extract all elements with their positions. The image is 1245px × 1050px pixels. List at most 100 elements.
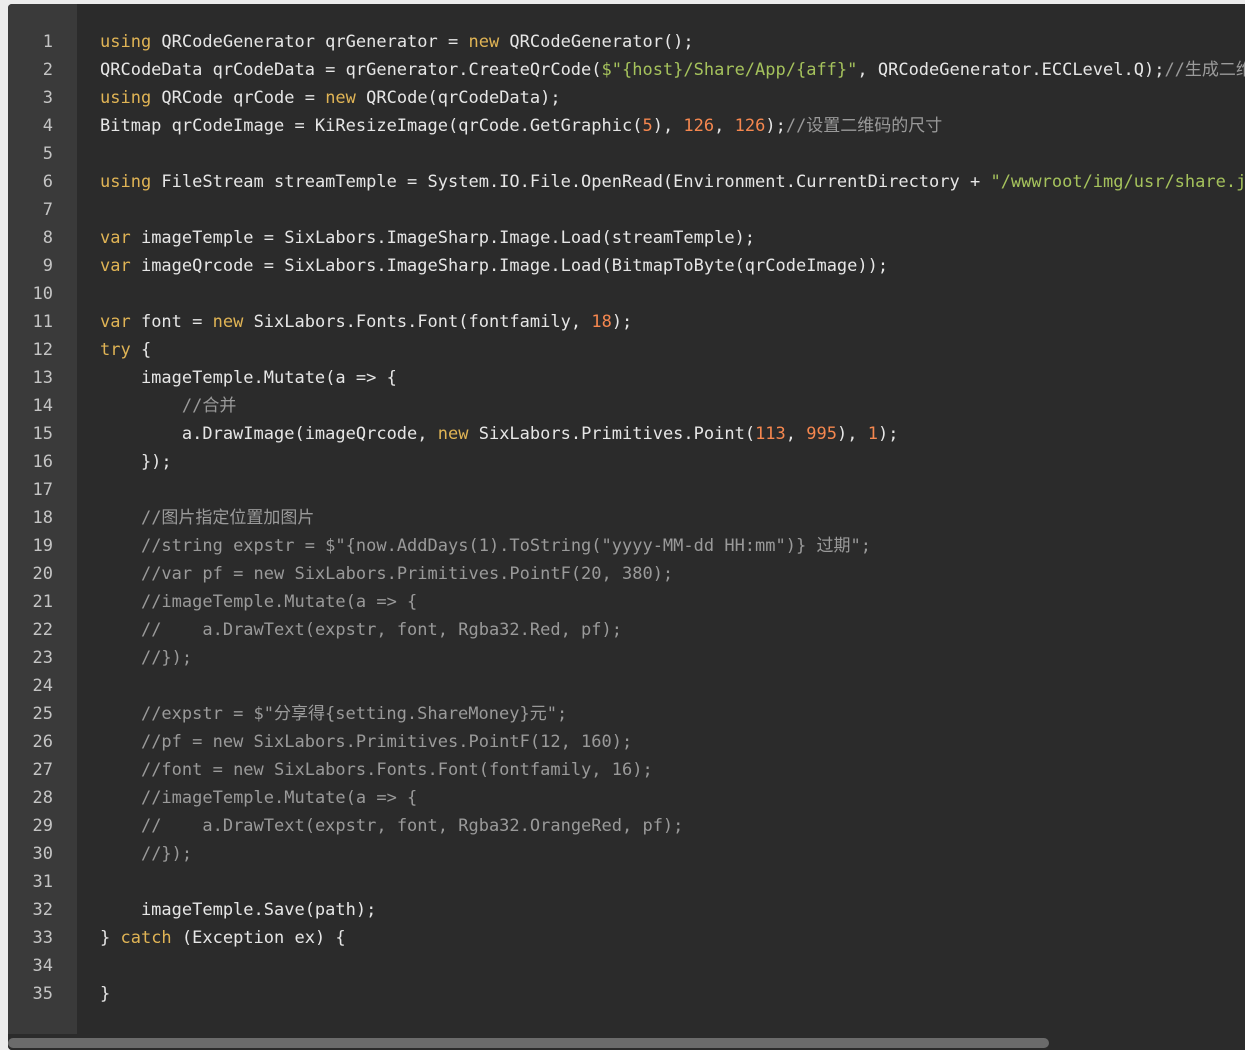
comment-token: //合并 — [181, 396, 237, 416]
code-line: QRCodeData qrCodeData = qrGenerator.Crea… — [100, 56, 1245, 84]
code-text: ); — [611, 312, 633, 332]
code-text: ), — [652, 116, 684, 136]
line-number: 32 — [32, 900, 53, 920]
number-token: 5 — [642, 116, 653, 136]
comment-token: //expstr = $"分享得{setting.ShareMoney}元"; — [140, 704, 568, 724]
line-number: 1 — [42, 32, 53, 52]
line-number: 35 — [32, 984, 53, 1004]
line-number: 31 — [32, 872, 53, 892]
code-line: //图片指定位置加图片 — [100, 504, 1245, 532]
code-text: ), — [836, 424, 868, 444]
line-number: 13 — [32, 368, 53, 388]
code-text: , — [714, 116, 735, 136]
comment-token: //设置二维码的尺寸 — [785, 116, 943, 136]
line-number: 10 — [32, 284, 53, 304]
number-token: 1 — [867, 424, 878, 444]
code-line: //pf = new SixLabors.Primitives.PointF(1… — [100, 728, 1245, 756]
comment-token: //}); — [140, 844, 193, 864]
line-number: 29 — [32, 816, 53, 836]
line-number: 3 — [42, 88, 53, 108]
code-line: var imageTemple = SixLabors.ImageSharp.I… — [100, 224, 1245, 252]
code-text: }); — [100, 452, 172, 472]
line-number: 30 — [32, 844, 53, 864]
line-number: 14 — [32, 396, 53, 416]
keyword-token: new — [468, 32, 500, 52]
keyword-token: var — [100, 228, 131, 248]
code-text: imageTemple.Mutate(a => { — [100, 368, 397, 388]
code-text: Bitmap qrCodeImage = KiResizeImage(qrCod… — [100, 116, 643, 136]
horizontal-scrollbar[interactable] — [8, 1034, 1245, 1050]
code-text: (Exception ex) { — [171, 928, 346, 948]
number-token: 126 — [734, 116, 766, 136]
code-line: } — [100, 980, 1245, 1008]
keyword-token: new — [325, 88, 356, 108]
scrollbar-thumb[interactable] — [8, 1038, 1049, 1048]
line-number: 20 — [32, 564, 53, 584]
line-number: 4 — [42, 116, 53, 136]
code-text: SixLabors.Fonts.Font(fontfamily, — [243, 312, 592, 332]
number-token: 995 — [806, 424, 837, 444]
code-area[interactable]: using QRCodeGenerator qrGenerator = new … — [100, 28, 1245, 1008]
comment-token: // a.DrawText(expstr, font, Rgba32.Orang… — [140, 816, 684, 836]
comment-token: //var pf = new SixLabors.Primitives.Poin… — [140, 564, 674, 584]
code-text: } — [100, 928, 121, 948]
code-text: } — [100, 984, 111, 1004]
comment-token: //imageTemple.Mutate(a => { — [140, 788, 418, 808]
comment-token: //string expstr = $"{now.AddDays(1).ToSt… — [140, 536, 871, 556]
keyword-token: var — [100, 312, 131, 332]
line-number: 27 — [32, 760, 53, 780]
line-number: 19 — [32, 536, 53, 556]
code-text: FileStream streamTemple = System.IO.File… — [151, 172, 991, 192]
line-number: 5 — [42, 144, 53, 164]
comment-token: //生成二维码 — [1164, 60, 1245, 80]
code-text: imageTemple = SixLabors.ImageSharp.Image… — [130, 228, 756, 248]
code-line: } catch (Exception ex) { — [100, 924, 1245, 952]
line-number: 22 — [32, 620, 53, 640]
line-number: 17 — [32, 480, 53, 500]
line-number: 12 — [32, 340, 53, 360]
code-editor[interactable]: 1 2 3 4 5 6 7 8 9 10 11 12 13 14 15 16 17 18 19 20 21 22 23 24 2… — [8, 4, 1245, 1050]
code-text: QRCode qrCode = — [151, 88, 326, 108]
code-line: try { — [100, 336, 1245, 364]
code-line: //合并 — [100, 392, 1245, 420]
code-line: //string expstr = $"{now.AddDays(1).ToSt… — [100, 532, 1245, 560]
line-number: 26 — [32, 732, 53, 752]
string-token: $"{host}/Share/App/{aff}" — [601, 60, 858, 80]
comment-token: //图片指定位置加图片 — [140, 508, 315, 528]
line-number: 33 — [32, 928, 53, 948]
keyword-token: using — [100, 88, 152, 108]
code-text: { — [130, 340, 152, 360]
code-line: // a.DrawText(expstr, font, Rgba32.Red, … — [100, 616, 1245, 644]
code-line: //}); — [100, 840, 1245, 868]
comment-token: //pf = new SixLabors.Primitives.PointF(1… — [140, 732, 633, 752]
keyword-token: var — [100, 256, 131, 276]
code-text: QRCodeGenerator(); — [499, 32, 694, 52]
line-number: 7 — [42, 200, 53, 220]
code-line: using QRCodeGenerator qrGenerator = new … — [100, 28, 1245, 56]
line-number-gutter: 1 2 3 4 5 6 7 8 9 10 11 12 13 14 15 16 17 18 19 20 21 22 23 24 2… — [8, 4, 77, 1050]
keyword-token: using — [100, 32, 152, 52]
string-token: "/wwwroot/img/usr/share.jpg" — [990, 172, 1245, 192]
code-text: ); — [765, 116, 786, 136]
code-text: imageQrcode = SixLabors.ImageSharp.Image… — [130, 256, 889, 276]
code-line: var font = new SixLabors.Fonts.Font(font… — [100, 308, 1245, 336]
code-text: , — [785, 424, 807, 444]
line-number: 25 — [32, 704, 53, 724]
line-number: 11 — [32, 312, 53, 332]
line-number: 8 — [42, 228, 53, 248]
code-text: SixLabors.Primitives.Point( — [468, 424, 756, 444]
line-number: 34 — [32, 956, 53, 976]
code-line: imageTemple.Mutate(a => { — [100, 364, 1245, 392]
code-line: using QRCode qrCode = new QRCode(qrCodeD… — [100, 84, 1245, 112]
line-number: 24 — [32, 676, 53, 696]
